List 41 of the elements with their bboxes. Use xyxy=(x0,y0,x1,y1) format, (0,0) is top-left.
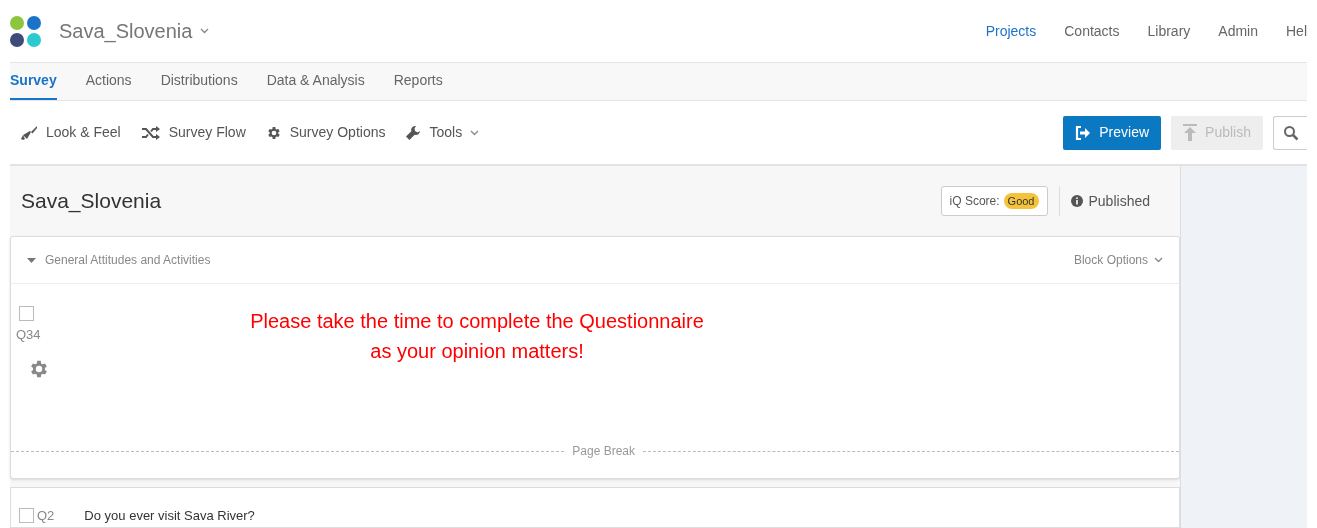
exit-icon xyxy=(1075,124,1092,141)
project-selector[interactable]: Sava_Slovenia xyxy=(59,16,210,46)
block-options-button[interactable]: Block Options xyxy=(1073,251,1163,269)
caret-icon xyxy=(1154,257,1163,263)
toolbar-button[interactable]: Look & Feel xyxy=(20,122,121,143)
question-number: Q2 xyxy=(37,506,55,525)
nav-link[interactable]: Hel xyxy=(1286,20,1307,42)
search-icon xyxy=(1282,124,1299,141)
question-number: Q34 xyxy=(16,326,42,344)
tab[interactable]: Actions xyxy=(85,63,132,100)
info-icon xyxy=(1070,195,1083,207)
block-title[interactable]: General Attitudes and Activities xyxy=(27,251,211,269)
wrench-icon xyxy=(405,124,422,141)
upload-icon xyxy=(1183,124,1198,141)
caret-icon xyxy=(470,129,480,136)
question-text: Do you ever visit Sava River? xyxy=(84,506,255,525)
checkbox[interactable] xyxy=(19,508,34,523)
preview-button[interactable]: Preview xyxy=(1063,115,1162,150)
tab[interactable]: Distributions xyxy=(160,63,238,100)
search-button[interactable] xyxy=(1273,115,1307,150)
nav-link[interactable]: Admin xyxy=(1218,20,1258,42)
tab[interactable]: Data & Analysis xyxy=(266,63,365,100)
iq-score-button[interactable]: iQ Score: Good xyxy=(940,186,1048,216)
nav-link[interactable]: Contacts xyxy=(1064,20,1120,42)
shuffle-icon xyxy=(140,125,161,140)
checkbox[interactable] xyxy=(19,306,34,321)
caret-icon xyxy=(200,28,210,34)
logo-icon[interactable] xyxy=(10,15,41,47)
toolbar-button[interactable]: Survey Options xyxy=(265,122,386,143)
brush-icon xyxy=(20,124,38,141)
nav-link[interactable]: Library xyxy=(1147,20,1191,42)
nav-link[interactable]: Projects xyxy=(985,20,1037,42)
page-break-label: Page Break xyxy=(571,443,636,460)
survey-title: Sava_Slovenia xyxy=(21,188,162,215)
status-label: Published xyxy=(1088,191,1150,211)
tab[interactable]: Reports xyxy=(393,63,443,100)
tab[interactable]: Survey xyxy=(10,63,57,100)
collapse-icon xyxy=(27,257,36,263)
question-text: Please take the time to complete the Questionnaire as your opinion matters! xyxy=(249,309,705,364)
toolbar-button[interactable]: Tools xyxy=(405,122,480,143)
toolbar-button[interactable]: Survey Flow xyxy=(140,122,246,143)
